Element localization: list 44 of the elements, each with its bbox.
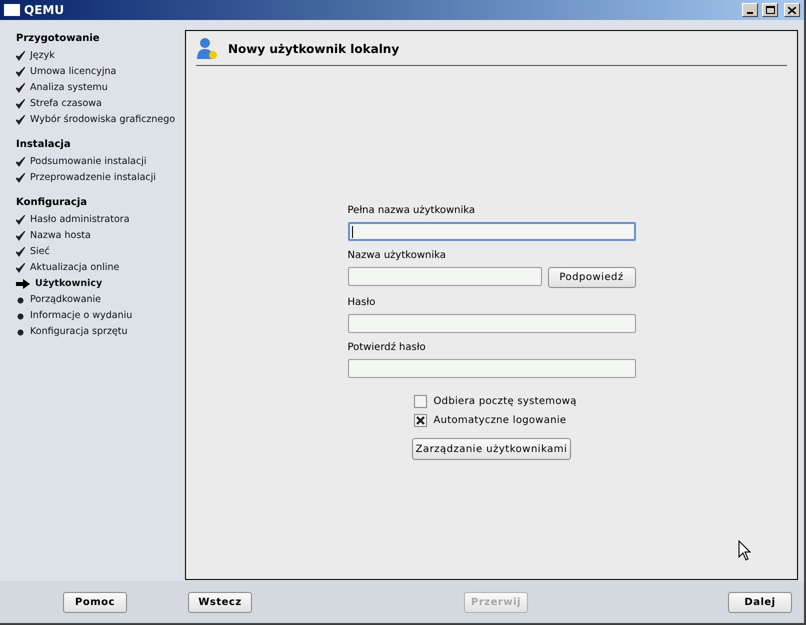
input-field[interactable] [348, 222, 636, 241]
mouse-cursor-icon [738, 540, 751, 561]
input-field[interactable] [348, 359, 636, 378]
field-label: Nazwa użytkownika [348, 249, 447, 263]
step-label: Analiza systemu [30, 80, 108, 95]
checkbox-label: Odbiera pocztę systemową [434, 395, 577, 409]
field-label: Potwierdź hasło [348, 341, 427, 355]
section-heading: Przygotowanie [16, 32, 101, 46]
user-icon [196, 37, 218, 61]
close-button[interactable] [784, 3, 800, 17]
footer-button[interactable]: Dalej [728, 592, 792, 612]
step-label: Aktualizacja online [30, 260, 120, 275]
close-icon [788, 6, 796, 14]
step-label: Umowa licencyjna [30, 64, 116, 79]
step-label: Użytkownicy [35, 276, 102, 291]
minimize-button[interactable] [742, 3, 758, 17]
step-label: Język [30, 48, 55, 63]
panel-title: Nowy użytkownik lokalny [228, 41, 400, 58]
footer-button[interactable]: Pomoc [63, 592, 127, 612]
footer-button[interactable]: Wstecz [188, 592, 252, 612]
manage-users-button[interactable]: Zarządzanie użytkownikami [412, 438, 571, 460]
step-label: Wybór środowiska graficznego [30, 112, 176, 127]
maximize-button[interactable] [762, 3, 778, 17]
field-label: Hasło [348, 296, 376, 310]
field-label: Pełna nazwa użytkownika [348, 204, 476, 218]
step-label: Nazwa hosta [30, 228, 91, 243]
step-label: Strefa czasowa [30, 96, 102, 111]
checkbox-label: Automatyczne logowanie [434, 414, 566, 428]
hint-button[interactable]: Podpowiedź [548, 267, 636, 288]
step-label: Informacje o wydaniu [30, 308, 132, 323]
step-label: Hasło administratora [30, 212, 130, 227]
checkbox[interactable] [414, 395, 426, 408]
step-label: Podsumowanie instalacji [30, 154, 147, 169]
step-label: Konfiguracja sprzętu [30, 324, 128, 339]
input-field[interactable] [348, 314, 636, 333]
section-heading: Konfiguracja [16, 196, 88, 210]
section-heading: Instalacja [16, 138, 72, 152]
input-field[interactable] [348, 267, 542, 286]
step-label: Sieć [30, 244, 50, 259]
window-title: QEMU [24, 2, 64, 19]
checkbox[interactable] [414, 414, 426, 427]
window-icon [4, 4, 20, 16]
step-label: Porządkowanie [30, 292, 102, 307]
step-label: Przeprowadzenie instalacji [30, 170, 156, 185]
